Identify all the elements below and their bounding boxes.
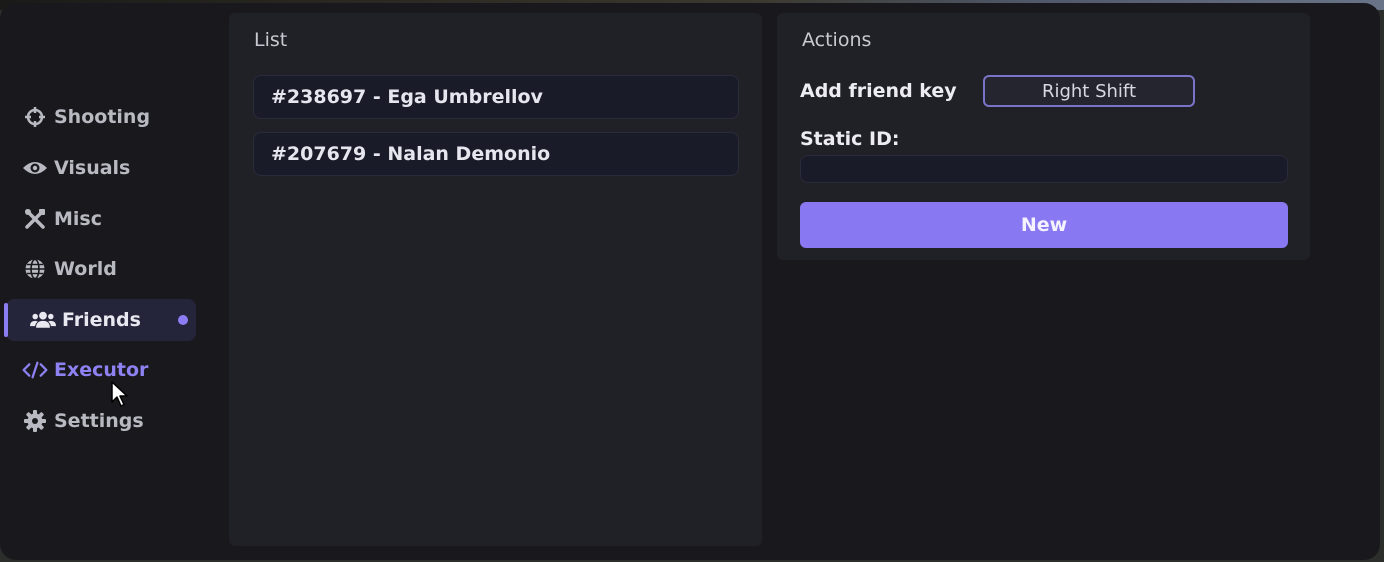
sidebar-item-label: World [54, 258, 117, 280]
actions-title: Actions [802, 29, 872, 51]
actions-panel: Actions Add friend key Right Shift Stati… [777, 13, 1310, 260]
sidebar-item-shooting[interactable]: Shooting [6, 96, 196, 138]
sidebar-item-friends[interactable]: Friends [4, 299, 196, 341]
list-item[interactable]: #207679 - Nalan Demonio [253, 132, 739, 176]
sidebar-item-label: Friends [62, 309, 141, 331]
list-panel: List #238697 - Ega Umbrellov #207679 - N… [229, 13, 762, 546]
sidebar-item-misc[interactable]: Misc [6, 198, 196, 240]
sidebar-item-label: Misc [54, 208, 102, 230]
eye-icon [22, 157, 48, 179]
new-friend-button[interactable]: New [800, 202, 1288, 248]
static-id-input[interactable] [800, 155, 1288, 183]
globe-icon [22, 258, 48, 280]
list-title: List [254, 29, 288, 51]
sidebar-item-executor[interactable]: Executor [6, 349, 196, 391]
list-item[interactable]: #238697 - Ega Umbrellov [253, 75, 739, 119]
sidebar-item-settings[interactable]: Settings [6, 400, 196, 442]
code-icon [22, 359, 48, 381]
static-id-label: Static ID: [800, 128, 900, 150]
sidebar-item-label: Visuals [54, 157, 131, 179]
gear-icon [22, 410, 48, 432]
sidebar-item-visuals[interactable]: Visuals [6, 147, 196, 189]
tools-icon [22, 208, 48, 230]
sidebar-item-label: Executor [54, 359, 149, 381]
sidebar-item-label: Shooting [54, 106, 151, 128]
users-icon [30, 309, 56, 331]
sidebar-item-label: Settings [54, 410, 144, 432]
add-friend-keybind-button[interactable]: Right Shift [983, 75, 1195, 107]
active-indicator-dot [178, 315, 188, 325]
add-friend-key-label: Add friend key [800, 80, 957, 102]
sidebar-item-world[interactable]: World [6, 248, 196, 290]
mouse-cursor-icon [111, 381, 128, 407]
app-window: Shooting Visuals Misc World Friends Exec… [0, 3, 1380, 560]
crosshair-icon [22, 106, 48, 128]
sidebar: Shooting Visuals Misc World Friends Exec… [0, 3, 228, 560]
